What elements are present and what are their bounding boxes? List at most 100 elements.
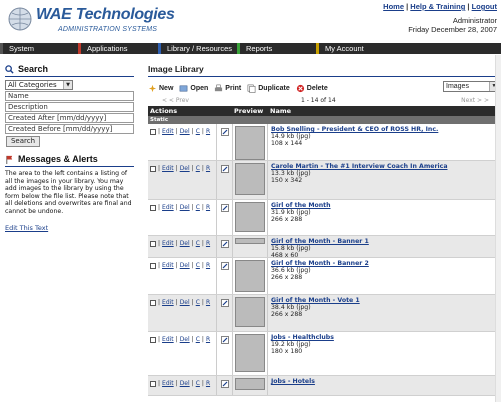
edit-link[interactable]: Edit bbox=[162, 165, 174, 172]
r-link[interactable]: R bbox=[206, 128, 210, 135]
nav-tab-system[interactable]: System bbox=[0, 43, 78, 54]
del-link[interactable]: Del bbox=[180, 262, 190, 269]
c-link[interactable]: C bbox=[196, 204, 200, 211]
r-link[interactable]: R bbox=[206, 262, 210, 269]
row-edit-cell bbox=[216, 161, 232, 199]
table-row: | Edit | Del | C | R Carole Martin - The #1 Inte… bbox=[148, 161, 499, 200]
edit-link[interactable]: Edit bbox=[162, 336, 174, 343]
edit-link[interactable]: Edit bbox=[162, 380, 174, 387]
top-links: Home | Help & Training | Logout bbox=[383, 2, 497, 11]
created-before-field[interactable]: Created Before [mm/dd/yyyy] bbox=[5, 124, 134, 134]
row-checkbox[interactable] bbox=[150, 337, 156, 343]
action-separator: | bbox=[175, 336, 178, 343]
del-link[interactable]: Del bbox=[180, 128, 190, 135]
row-checkbox[interactable] bbox=[150, 129, 156, 135]
edit-text-link[interactable]: Edit This Text bbox=[5, 224, 134, 232]
image-name-link[interactable]: Bob Snelling - President & CEO of ROSS H… bbox=[271, 126, 499, 133]
row-checkbox[interactable] bbox=[150, 263, 156, 269]
edit-pencil-icon[interactable] bbox=[220, 336, 229, 344]
search-button[interactable]: Search bbox=[6, 136, 40, 147]
del-link[interactable]: Del bbox=[180, 165, 190, 172]
del-link[interactable]: Del bbox=[180, 336, 190, 343]
image-name-link[interactable]: Girl of the Month - Vote 1 bbox=[271, 297, 499, 304]
edit-pencil-icon[interactable] bbox=[220, 380, 229, 388]
c-link[interactable]: C bbox=[196, 165, 200, 172]
preview-image[interactable] bbox=[235, 334, 265, 372]
edit-link[interactable]: Edit bbox=[162, 299, 174, 306]
edit-pencil-icon[interactable] bbox=[220, 128, 229, 136]
prev-link[interactable]: < < Prev bbox=[162, 97, 189, 104]
edit-link[interactable]: Edit bbox=[162, 262, 174, 269]
image-name-link[interactable]: Girl of the Month - Banner 1 bbox=[271, 238, 499, 245]
duplicate-button[interactable]: Duplicate bbox=[247, 84, 290, 93]
edit-pencil-icon[interactable] bbox=[220, 204, 229, 212]
r-link[interactable]: R bbox=[206, 380, 210, 387]
nav-tab-reports[interactable]: Reports bbox=[237, 43, 316, 54]
preview-image[interactable] bbox=[235, 378, 265, 390]
r-link[interactable]: R bbox=[206, 165, 210, 172]
row-preview bbox=[232, 161, 268, 199]
c-link[interactable]: C bbox=[196, 336, 200, 343]
table-header: Actions Preview Name bbox=[148, 106, 499, 116]
filter-select[interactable]: Images ▼ bbox=[443, 81, 499, 92]
c-link[interactable]: C bbox=[196, 262, 200, 269]
action-separator: | bbox=[201, 380, 204, 387]
action-separator: | bbox=[201, 262, 204, 269]
r-link[interactable]: R bbox=[206, 204, 210, 211]
preview-image[interactable] bbox=[235, 260, 265, 292]
row-checkbox[interactable] bbox=[150, 241, 156, 247]
edit-link[interactable]: Edit bbox=[162, 204, 174, 211]
edit-pencil-icon[interactable] bbox=[220, 299, 229, 307]
edit-link[interactable]: Edit bbox=[162, 240, 174, 247]
c-link[interactable]: C bbox=[196, 240, 200, 247]
r-link[interactable]: R bbox=[206, 336, 210, 343]
edit-pencil-icon[interactable] bbox=[220, 165, 229, 173]
logout-link[interactable]: Logout bbox=[472, 2, 497, 11]
nav-tab-applications[interactable]: Applications bbox=[78, 43, 158, 54]
preview-image[interactable] bbox=[235, 202, 265, 232]
c-link[interactable]: C bbox=[196, 128, 200, 135]
scrollbar[interactable] bbox=[495, 55, 501, 402]
del-link[interactable]: Del bbox=[180, 299, 190, 306]
edit-pencil-icon[interactable] bbox=[220, 240, 229, 248]
c-link[interactable]: C bbox=[196, 380, 200, 387]
r-link[interactable]: R bbox=[206, 299, 210, 306]
open-button[interactable]: Open bbox=[179, 84, 208, 93]
row-actions: | Edit | Del | C | R bbox=[148, 200, 216, 235]
image-name-link[interactable]: Girl of the Month bbox=[271, 202, 499, 209]
print-button[interactable]: Print bbox=[214, 84, 241, 93]
row-checkbox[interactable] bbox=[150, 381, 156, 387]
image-name-link[interactable]: Carole Martin - The #1 Interview Coach I… bbox=[271, 163, 499, 170]
next-link[interactable]: Next > > bbox=[461, 97, 489, 104]
description-field[interactable]: Description bbox=[5, 102, 134, 112]
r-link[interactable]: R bbox=[206, 240, 210, 247]
preview-image[interactable] bbox=[235, 163, 265, 195]
image-name-link[interactable]: Girl of the Month - Banner 2 bbox=[271, 260, 499, 267]
edit-link[interactable]: Edit bbox=[162, 128, 174, 135]
delete-button[interactable]: Delete bbox=[296, 84, 328, 93]
name-field[interactable]: Name bbox=[5, 91, 134, 101]
nav-tab-library[interactable]: Library / Resources bbox=[158, 43, 237, 54]
category-select[interactable]: All Categories ▼ bbox=[5, 80, 73, 90]
row-checkbox[interactable] bbox=[150, 205, 156, 211]
preview-image[interactable] bbox=[235, 297, 265, 327]
home-link[interactable]: Home bbox=[383, 2, 404, 11]
c-link[interactable]: C bbox=[196, 299, 200, 306]
table-row: | Edit | Del | C | R Girl of the Month - Vote 13… bbox=[148, 295, 499, 332]
edit-pencil-icon[interactable] bbox=[220, 262, 229, 270]
new-button[interactable]: New bbox=[148, 84, 173, 93]
created-after-field[interactable]: Created After [mm/dd/yyyy] bbox=[5, 113, 134, 123]
image-name-link[interactable]: Jobs - Hotels bbox=[271, 378, 499, 385]
preview-image[interactable] bbox=[235, 238, 265, 244]
del-link[interactable]: Del bbox=[180, 240, 190, 247]
row-actions: | Edit | Del | C | R bbox=[148, 295, 216, 331]
row-checkbox[interactable] bbox=[150, 166, 156, 172]
help-link[interactable]: Help & Training bbox=[410, 2, 465, 11]
del-link[interactable]: Del bbox=[180, 204, 190, 211]
del-link[interactable]: Del bbox=[180, 380, 190, 387]
row-checkbox[interactable] bbox=[150, 300, 156, 306]
image-name-link[interactable]: Jobs - Healthclubs bbox=[271, 334, 499, 341]
preview-image[interactable] bbox=[235, 126, 265, 160]
action-separator: | bbox=[201, 336, 204, 343]
nav-tab-my-account[interactable]: My Account bbox=[316, 43, 501, 54]
